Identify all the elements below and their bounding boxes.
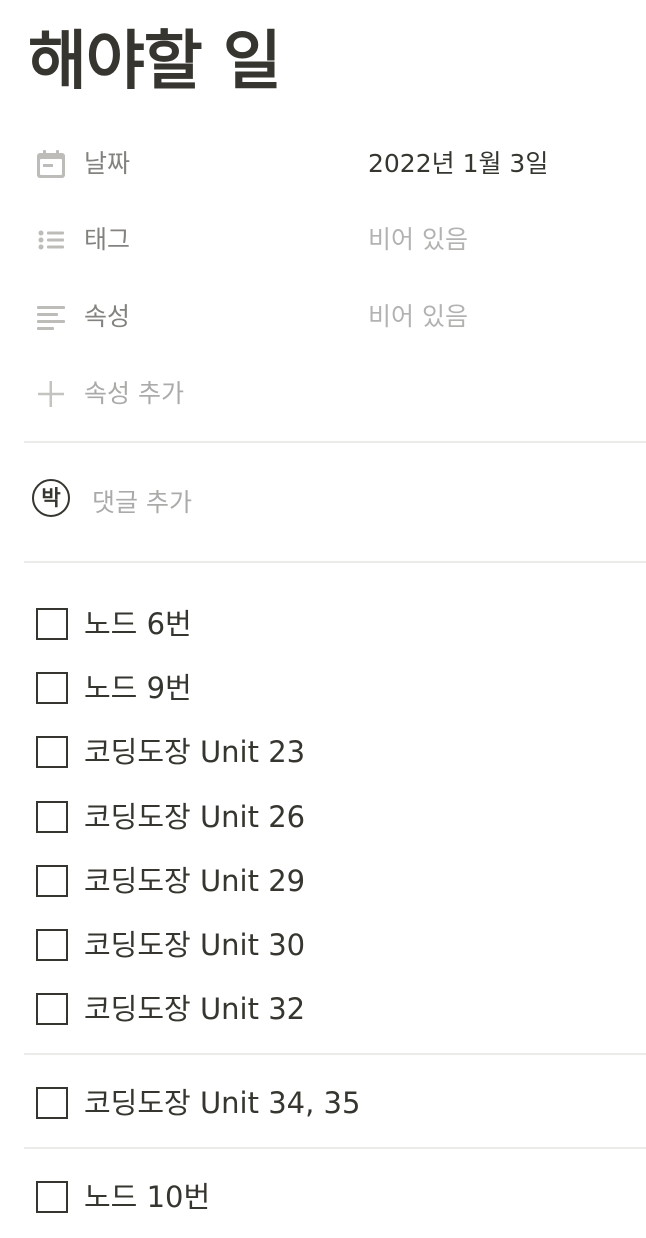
page-title[interactable]: 해야할 일 (28, 14, 282, 110)
todo-item: 코딩도장 Unit 23 (24, 727, 646, 779)
text-lines-icon (34, 302, 68, 332)
todo-text[interactable]: 노드 6번 (84, 606, 192, 642)
checkbox[interactable] (36, 672, 68, 704)
todo-item: 노드 9번 (24, 663, 646, 715)
property-label-date: 날짜 (84, 149, 131, 178)
todo-item: 코딩도장 Unit 34, 35 (24, 1078, 646, 1130)
property-value-date[interactable]: 2022년 1월 3일 (368, 149, 548, 179)
checkbox[interactable] (36, 1181, 68, 1213)
divider (24, 441, 646, 443)
calendar-icon (34, 149, 68, 179)
list-icon (34, 225, 68, 255)
todo-item: 코딩도장 Unit 29 (24, 856, 646, 908)
property-label-attribute: 속성 (84, 302, 131, 331)
checkbox[interactable] (36, 801, 68, 833)
add-property-button[interactable]: 속성 추가 (24, 367, 646, 419)
property-value-attribute[interactable]: 비어 있음 (368, 302, 468, 332)
checkbox[interactable] (36, 993, 68, 1025)
todo-text[interactable]: 코딩도장 Unit 29 (84, 863, 305, 899)
checkbox[interactable] (36, 865, 68, 897)
checkbox[interactable] (36, 929, 68, 961)
checkbox[interactable] (36, 736, 68, 768)
checkbox[interactable] (36, 608, 68, 640)
divider (24, 561, 646, 563)
comment-input[interactable]: 댓글 추가 (92, 488, 192, 518)
todo-text[interactable]: 코딩도장 Unit 23 (84, 734, 305, 770)
property-row-date[interactable]: 날짜 2022년 1월 3일 (24, 137, 646, 189)
divider (24, 1053, 646, 1055)
todo-item: 노드 10번 (24, 1172, 646, 1224)
todo-item: 코딩도장 Unit 32 (24, 984, 646, 1036)
property-row-tags[interactable]: 태그 비어 있음 (24, 213, 646, 265)
todo-text[interactable]: 코딩도장 Unit 30 (84, 927, 305, 963)
todo-item: 노드 6번 (24, 599, 646, 651)
comment-row[interactable]: 박 댓글 추가 (24, 472, 646, 532)
todo-text[interactable]: 노드 10번 (84, 1179, 210, 1215)
todo-text[interactable]: 코딩도장 Unit 32 (84, 991, 305, 1027)
checkbox[interactable] (36, 1087, 68, 1119)
todo-item: 코딩도장 Unit 30 (24, 920, 646, 972)
todo-text[interactable]: 노드 9번 (84, 670, 192, 706)
property-row-attribute[interactable]: 속성 비어 있음 (24, 290, 646, 342)
todo-text[interactable]: 코딩도장 Unit 34, 35 (84, 1085, 360, 1121)
plus-icon (34, 379, 68, 409)
avatar: 박 (32, 479, 70, 517)
todo-item: 코딩도장 Unit 26 (24, 792, 646, 844)
todo-text[interactable]: 코딩도장 Unit 26 (84, 799, 305, 835)
property-label-tags: 태그 (84, 225, 131, 254)
property-value-tags[interactable]: 비어 있음 (368, 225, 468, 255)
add-property-label: 속성 추가 (84, 379, 184, 408)
divider (24, 1147, 646, 1149)
page: 해야할 일 날짜 2022년 1월 3일 태그 비어 있음 속성 비어 있음 속… (0, 0, 646, 1238)
